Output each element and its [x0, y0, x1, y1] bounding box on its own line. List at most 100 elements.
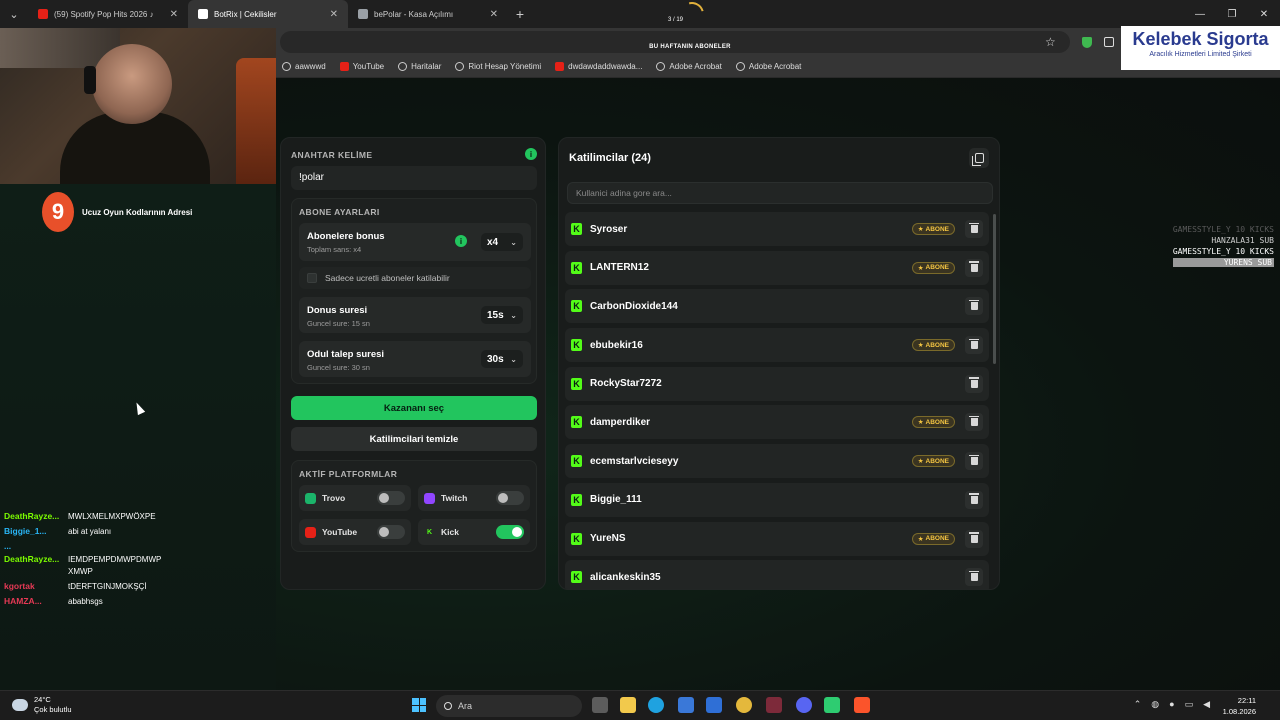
participant-row: Kalicankeskin35: [565, 560, 989, 589]
badge-label: ABONE: [925, 341, 949, 349]
participants-list: K Syroser ★ ABONE K LANTERN12 ★ ABONE K CarbonDio…: [565, 212, 989, 589]
new-tab-button[interactable]: +: [508, 6, 532, 22]
participant-name: alicankeskin35: [590, 571, 661, 583]
sub-bonus-info-icon[interactable]: i: [455, 235, 467, 247]
bookmark-item[interactable]: aawwwd: [282, 62, 326, 71]
tab-close-icon[interactable]: ✕: [330, 9, 338, 20]
platform-toggle[interactable]: [496, 491, 524, 505]
media-app-icon[interactable]: [766, 697, 782, 713]
discord-icon[interactable]: [796, 697, 812, 713]
keyword-info-icon[interactable]: i: [525, 148, 537, 160]
overlay-counter: 3 / 19: [668, 17, 684, 23]
browser-tab[interactable]: (59) Spotify Pop Hits 2026 ♪ ✕: [28, 0, 188, 28]
chat-overlay: DeathRayze... MWLXMELMXPWÖXPE Biggie_1... a…: [4, 511, 274, 611]
subscriber-badge: ★ ABONE: [911, 339, 955, 352]
chrome-icon[interactable]: [736, 697, 752, 713]
participant-search-input[interactable]: Kullanici adina gore ara...: [567, 182, 993, 204]
platform-toggle[interactable]: [377, 525, 405, 539]
pick-winner-button[interactable]: Kazananı seç: [291, 396, 537, 420]
delete-participant-button[interactable]: [965, 336, 983, 355]
clear-participants-button[interactable]: Katilimcilari temizle: [291, 427, 537, 451]
delete-participant-button[interactable]: [965, 413, 983, 432]
edge-icon[interactable]: [648, 697, 664, 713]
close-window-button[interactable]: ✕: [1248, 0, 1280, 28]
riot-icon: [455, 62, 465, 71]
extension-icon[interactable]: [1104, 37, 1114, 47]
bookmark-item[interactable]: YouTube: [339, 62, 384, 71]
browser-tab[interactable]: BotRix | Cekilisler ✕: [188, 0, 348, 28]
bonus-time-value: 15s: [487, 309, 504, 321]
delete-participant-button[interactable]: [965, 220, 983, 238]
brave-icon[interactable]: [854, 697, 870, 713]
trovo-icon: [305, 492, 316, 504]
bookmark-item[interactable]: dwdawdaddwawda...: [555, 62, 642, 71]
delete-participant-button[interactable]: [965, 258, 983, 277]
paid-only-checkbox[interactable]: [307, 273, 317, 283]
store-icon[interactable]: [678, 697, 694, 713]
platform-trovo: Trovo: [299, 485, 411, 511]
app-icon[interactable]: [824, 697, 840, 713]
browser-tab[interactable]: bePolar - Kasa Açılımı ✕: [348, 0, 508, 28]
task-view-icon[interactable]: [592, 697, 608, 713]
paid-only-checkbox-row[interactable]: Sadece ucretli aboneler katilabilir: [299, 267, 531, 289]
stream-event: GAMESSTYLE_Y 10 KICKS: [1172, 225, 1274, 234]
tab-title: (59) Spotify Pop Hits 2026 ♪: [54, 9, 154, 19]
sub-bonus-value: x4: [487, 236, 499, 248]
delete-participant-button[interactable]: [965, 529, 983, 548]
delete-participant-button[interactable]: [965, 568, 983, 587]
participant-name: Biggie_111: [590, 494, 642, 506]
copy-button[interactable]: [969, 148, 989, 168]
delete-participant-button[interactable]: [965, 374, 983, 393]
bookmark-item[interactable]: Adobe Acrobat: [735, 62, 801, 71]
shield-extension-icon[interactable]: [1082, 37, 1092, 48]
tab-close-icon[interactable]: ✕: [490, 9, 498, 20]
claim-time-row: Odul talep suresi Guncel sure: 30 sn 30s…: [299, 341, 531, 377]
search-icon: [444, 702, 452, 710]
bookmark-item[interactable]: Adobe Acrobat: [656, 62, 722, 71]
stream-left-area: [0, 184, 276, 690]
stream-event: GAMESSTYLE_Y 10 KICKS: [1172, 247, 1274, 256]
weather-widget[interactable]: 24°C Çok bulutlu: [12, 695, 72, 715]
maximize-button[interactable]: ❐: [1216, 0, 1248, 28]
participants-scrollbar[interactable]: [993, 214, 996, 364]
platform-toggle[interactable]: [496, 525, 524, 539]
taskbar-search[interactable]: Ara: [436, 695, 582, 717]
microphone-icon[interactable]: ●: [1169, 699, 1174, 710]
chat-text: IEMDPEMPDMWPDMWPXMWP: [68, 555, 162, 576]
youtube-icon: [555, 62, 565, 71]
bonus-time-title: Donus suresi: [307, 305, 368, 316]
globe-icon: [656, 62, 666, 71]
youtube-icon: [339, 62, 349, 71]
delete-participant-button[interactable]: [965, 297, 983, 316]
kick-icon: K: [571, 455, 582, 468]
platform-toggle[interactable]: [377, 491, 405, 505]
display-icon[interactable]: ▭: [1185, 699, 1194, 710]
keyword-input[interactable]: !polar: [291, 166, 537, 190]
delete-participant-button[interactable]: [965, 490, 983, 509]
delete-participant-button[interactable]: [965, 452, 983, 471]
bookmark-star-icon[interactable]: ☆: [1045, 35, 1056, 49]
mail-icon[interactable]: [706, 697, 722, 713]
participant-row: Kdamperdiker ★ ABONE: [565, 405, 989, 440]
taskbar-clock[interactable]: 22:11 1.08.2026: [1223, 695, 1256, 717]
kick-icon: K: [571, 532, 582, 545]
star-icon: ★: [917, 535, 924, 543]
tab-close-icon[interactable]: ✕: [170, 9, 178, 20]
bookmark-item[interactable]: Haritalar: [398, 62, 441, 71]
trash-icon: [969, 222, 979, 233]
windows-taskbar: 24°C Çok bulutlu Ara ⌃ ◍ ● ▭ ◀ 22:11 1.0…: [0, 690, 1280, 720]
volume-icon[interactable]: ◀: [1203, 699, 1210, 710]
platform-twitch: Twitch: [418, 485, 530, 511]
claim-time-value: 30s: [487, 353, 504, 365]
file-explorer-icon[interactable]: [620, 697, 636, 713]
bonus-time-dropdown[interactable]: 15s ⌄: [481, 306, 523, 324]
bookmark-item[interactable]: Riot Hesap Yönetimi: [455, 62, 541, 71]
claim-time-dropdown[interactable]: 30s ⌄: [481, 350, 523, 368]
network-icon[interactable]: ◍: [1151, 699, 1159, 710]
windows-start-icon[interactable]: [412, 698, 426, 712]
tray-chevron-icon[interactable]: ⌃: [1134, 699, 1142, 710]
minimize-button[interactable]: —: [1184, 0, 1216, 28]
tab-list-chevron-icon[interactable]: ⌄: [0, 0, 28, 28]
badge-label: ABONE: [925, 264, 949, 272]
sub-bonus-dropdown[interactable]: x4 ⌄: [481, 233, 523, 251]
